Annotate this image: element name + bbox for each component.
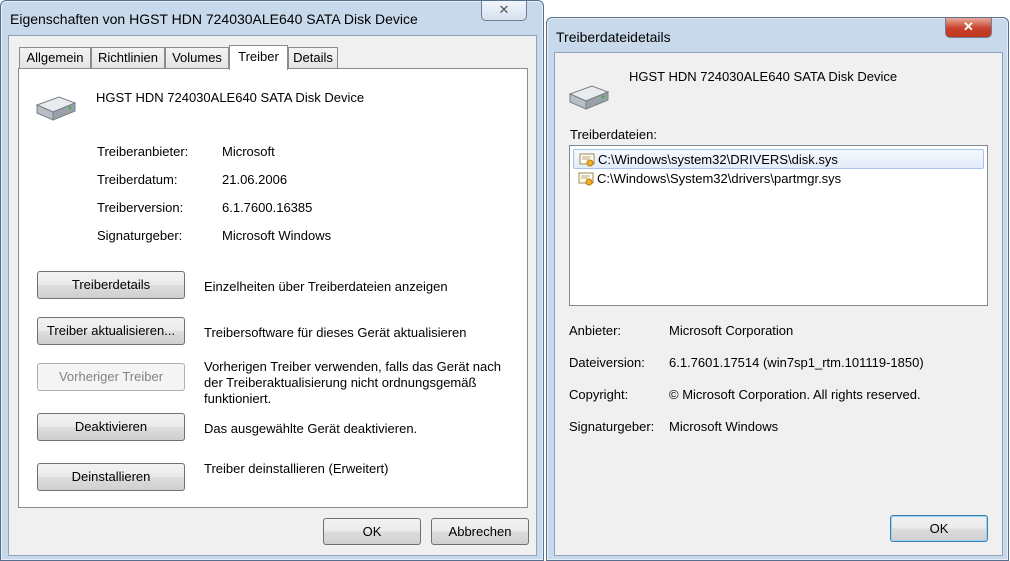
- tab-label: Volumes: [172, 50, 222, 65]
- field-label: Signaturgeber:: [97, 228, 183, 243]
- certificate-file-icon: [579, 153, 595, 167]
- ok-button[interactable]: OK: [890, 515, 988, 542]
- tab-richtlinien[interactable]: Richtlinien: [91, 47, 165, 69]
- button-label: Vorheriger Treiber: [58, 369, 164, 384]
- button-label: Deinstallieren: [71, 469, 151, 484]
- tab-label: Richtlinien: [98, 50, 158, 65]
- close-button[interactable]: ✕: [481, 1, 527, 21]
- field-value: 6.1.7600.16385: [222, 200, 313, 215]
- driver-details-description: Einzelheiten über Treiberdateien anzeige…: [204, 279, 448, 294]
- button-label: Deaktivieren: [74, 419, 148, 434]
- field-value: Microsoft Corporation: [669, 323, 794, 338]
- device-name: HGST HDN 724030ALE640 SATA Disk Device: [96, 90, 365, 105]
- driver-files-list[interactable]: C:\Windows\system32\DRIVERS\disk.sys C:\…: [569, 145, 988, 306]
- title-bar[interactable]: Treiberdateidetails ✕: [547, 18, 1008, 52]
- hard-disk-icon: [35, 96, 77, 121]
- field-value: © Microsoft Corporation. All rights rese…: [669, 387, 921, 402]
- window-title: Treiberdateidetails: [556, 29, 671, 45]
- field-value: Microsoft Windows: [222, 228, 332, 243]
- tab-label: Details: [293, 50, 333, 65]
- certificate-file-icon: [578, 172, 594, 186]
- rollback-driver-button[interactable]: Vorheriger Treiber: [37, 363, 185, 391]
- close-button[interactable]: ✕: [945, 18, 992, 38]
- field-value: 6.1.7601.17514 (win7sp1_rtm.101119-1850): [669, 355, 924, 370]
- disable-device-button[interactable]: Deaktivieren: [37, 413, 185, 441]
- button-label: OK: [362, 524, 382, 539]
- button-label: OK: [929, 521, 949, 536]
- field-label: Treiberversion:: [97, 200, 184, 215]
- button-label: Treiber aktualisieren...: [46, 323, 176, 338]
- file-path: C:\Windows\System32\drivers\partmgr.sys: [597, 171, 842, 186]
- description-line: Vorherigen Treiber verwenden, falls das …: [204, 359, 502, 374]
- field-value: 21.06.2006: [222, 172, 288, 187]
- rollback-driver-description: Vorherigen Treiber verwenden, falls das …: [204, 359, 501, 407]
- hard-disk-icon: [568, 85, 610, 110]
- properties-dialog: Eigenschaften von HGST HDN 724030ALE640 …: [0, 0, 544, 561]
- field-label: Dateiversion:: [569, 355, 645, 370]
- file-path: C:\Windows\system32\DRIVERS\disk.sys: [598, 152, 838, 167]
- update-driver-description: Treibersoftware für dieses Gerät aktuali…: [204, 325, 467, 340]
- field-label: Treiberanbieter:: [97, 144, 189, 159]
- files-label: Treiberdateien:: [570, 127, 657, 142]
- title-bar[interactable]: Eigenschaften von HGST HDN 724030ALE640 …: [1, 1, 543, 35]
- uninstall-driver-description: Treiber deinstallieren (Erweitert): [204, 461, 389, 476]
- list-item[interactable]: C:\Windows\system32\DRIVERS\disk.sys: [573, 149, 984, 169]
- field-label: Signaturgeber:: [569, 419, 655, 434]
- tab-label: Treiber: [238, 49, 279, 64]
- list-item[interactable]: C:\Windows\System32\drivers\partmgr.sys: [573, 169, 984, 189]
- close-icon: ✕: [963, 19, 974, 34]
- tab-treiber[interactable]: Treiber: [229, 45, 288, 70]
- field-label: Anbieter:: [569, 323, 622, 338]
- cancel-button[interactable]: Abbrechen: [431, 518, 529, 545]
- window-title: Eigenschaften von HGST HDN 724030ALE640 …: [10, 11, 418, 27]
- field-value: Microsoft Windows: [669, 419, 779, 434]
- tab-allgemein[interactable]: Allgemein: [19, 47, 91, 69]
- disable-device-description: Das ausgewählte Gerät deaktivieren.: [204, 421, 418, 436]
- tab-details[interactable]: Details: [288, 47, 338, 69]
- driver-details-button[interactable]: Treiberdetails: [37, 271, 185, 299]
- description-line: funktioniert.: [204, 391, 272, 406]
- field-label: Treiberdatum:: [97, 172, 178, 187]
- ok-button[interactable]: OK: [323, 518, 421, 545]
- close-icon: ✕: [498, 2, 510, 17]
- button-label: Treiberdetails: [71, 277, 151, 292]
- tab-volumes[interactable]: Volumes: [165, 47, 229, 69]
- uninstall-driver-button[interactable]: Deinstallieren: [37, 463, 185, 491]
- field-value: Microsoft: [222, 144, 275, 159]
- device-name: HGST HDN 724030ALE640 SATA Disk Device: [629, 69, 898, 84]
- field-label: Copyright:: [569, 387, 629, 402]
- description-line: der Treiberaktualisierung nicht ordnungs…: [204, 375, 477, 390]
- tab-label: Allgemein: [26, 50, 84, 65]
- driver-file-details-dialog: Treiberdateidetails ✕ HGST HDN 724030ALE…: [546, 17, 1009, 561]
- update-driver-button[interactable]: Treiber aktualisieren...: [37, 317, 185, 345]
- button-label: Abbrechen: [448, 524, 512, 539]
